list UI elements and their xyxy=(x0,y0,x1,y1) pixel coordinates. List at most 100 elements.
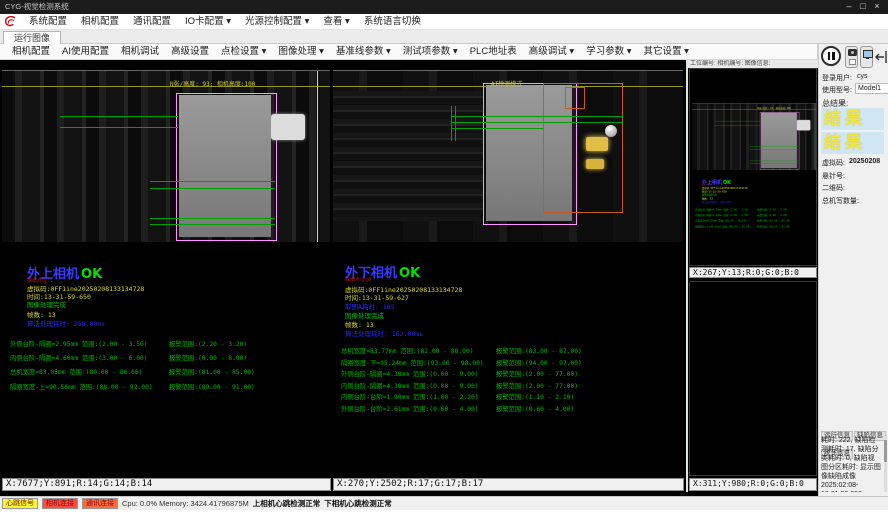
minimize-button[interactable]: – xyxy=(842,0,856,13)
camera-view-left[interactable]: N张/高度: 93; 相机高度:100 外上相机OK 输出点位:1 虚拟码:0F… xyxy=(692,103,817,262)
status-ok: OK xyxy=(399,266,420,281)
mini-view-top-content: N张/高度: 93; 相机高度:100 外上相机OK 输出点位:1 虚拟码:0F… xyxy=(690,93,817,263)
title-bar: CYG-视觉检测系统 –□× xyxy=(0,0,888,14)
menu-item-5[interactable]: 查看 ▾ xyxy=(316,14,356,30)
part-block xyxy=(179,95,271,237)
image-label-left: N张/高度: 93; 相机高度:100 xyxy=(170,79,255,88)
camera-image-left: N张/高度: 93; 相机高度:100 xyxy=(2,70,330,242)
measure-line xyxy=(150,218,275,219)
model-label: 使用型号: xyxy=(822,85,852,95)
toolbar-item-2[interactable]: 相机调试 xyxy=(115,44,165,59)
toolbar-item-6[interactable]: 基准线参数 ▾ xyxy=(330,44,397,59)
camera-lens-icon xyxy=(851,51,854,54)
stats-scrollbar-thumb[interactable] xyxy=(884,440,887,462)
heartbeat-badge: 心跳信号 xyxy=(2,498,38,509)
result-badge-1: 结果 xyxy=(821,108,884,130)
tab-run-image[interactable]: 运行图像 xyxy=(3,31,61,45)
maximize-button[interactable]: □ xyxy=(856,0,870,13)
status-bar: 心跳信号 相机连接 通讯连接 Cpu: 0.0% Memory: 3424.41… xyxy=(0,496,888,510)
toolbar-item-8[interactable]: PLC地址表 xyxy=(464,44,523,59)
highlight-blob xyxy=(586,137,608,151)
measurement-list-left: 外侧台阶-隔圈=2.95mm 范围:(2.00 - 3.50)报警范围:(2.2… xyxy=(2,339,330,396)
measure-line xyxy=(60,116,178,117)
menu-item-4[interactable]: 光源控制配置 ▾ xyxy=(238,14,316,30)
measure-vline xyxy=(451,106,452,141)
measure-vline xyxy=(455,106,456,141)
monitor-stand-icon xyxy=(866,57,869,59)
menu-bar: 系统配置相机配置通讯配置IO卡配置 ▾光源控制配置 ▾查看 ▾系统语言切换 xyxy=(0,14,888,30)
camera-toggle-button[interactable] xyxy=(845,46,858,68)
window-title: CYG-视觉检测系统 xyxy=(5,2,69,11)
measurement-list-left: 外侧台阶-隔圈=2.95mm 范围:(2.00 - 3.50)报警范围:(2.2… xyxy=(692,208,817,230)
column-divider xyxy=(686,60,688,492)
pixel-caption-left: X:7677;Y:891;R:14;G:14;B:14 xyxy=(2,478,331,491)
camera-link-badge: 相机连接 xyxy=(42,498,78,509)
mini-view-bottom[interactable]: AI检测模式 外下相机OK 输出点位:0 虚拟码:0FF1ine20250208… xyxy=(689,281,817,476)
toolbar-item-10[interactable]: 学习参数 ▾ xyxy=(580,44,637,59)
roi-outline-orange-small xyxy=(565,87,585,109)
toolbar-item-4[interactable]: 点检设置 ▾ xyxy=(215,44,272,59)
process-done-text: 图像处理完成 xyxy=(27,299,66,309)
menu-item-3[interactable]: IO卡配置 ▾ xyxy=(178,14,238,30)
measurement-row: 外侧台阶-台阶=2.61mm 范围:(0.60 - 4.00)报警范围:(0.6… xyxy=(333,404,683,416)
stats-scrollbar[interactable] xyxy=(884,436,887,492)
algo-time-text: 算法处理耗时: 258.00ms xyxy=(702,200,732,204)
pause-icon xyxy=(828,52,831,60)
highlight-blob xyxy=(586,159,604,169)
stats-text: 耗时: 222, 缺陷检测耗时: 17, 缺陷分类耗时: 0, 缺陷视图分区耗时… xyxy=(821,436,881,492)
measurement-row: 内侧台阶-台阶=1.90mm 范围:(1.00 - 2.20)报警范围:(1.1… xyxy=(333,392,683,404)
mini-caption-bottom: X:311;Y:980;R:0;G:0;B:0 xyxy=(689,478,817,491)
measure-line xyxy=(451,128,543,129)
exit-button[interactable] xyxy=(874,50,888,64)
measurement-row: 隔圈宽度-上=90.56mm 范围:(88.00 - 92.00)报警范围:(8… xyxy=(2,382,330,396)
pixel-caption-right: X:270;Y:2502;R:17;G:17;B:17 xyxy=(333,478,684,491)
image-label-right: AI检测模式 xyxy=(491,79,522,88)
display-toggle-button[interactable] xyxy=(860,46,873,68)
toolbar-item-7[interactable]: 测试项参数 ▾ xyxy=(397,44,464,59)
measure-line xyxy=(150,181,275,182)
algo-time-text: 算法处理耗时: 162.00ms xyxy=(345,328,423,338)
exit-arrow-icon xyxy=(876,51,886,63)
mini-column-header: 工位编号: 相机编号: 图像信息: xyxy=(688,60,818,68)
measurement-list-right: 总机宽度=83.77mm 范围:(82.00 - 88.00)报警范围:(83.… xyxy=(333,346,683,416)
app-logo-icon xyxy=(3,15,18,28)
qr-label: 二维码: xyxy=(822,183,845,193)
mini-view-top[interactable]: N张/高度: 93; 相机高度:100 外上相机OK 输出点位:1 虚拟码:0F… xyxy=(689,68,817,266)
rail-texture xyxy=(333,91,483,221)
comm-link-badge: 通讯连接 xyxy=(82,498,118,509)
toolbar-item-9[interactable]: 高级调试 ▾ xyxy=(523,44,580,59)
menu-item-0[interactable]: 系统配置 xyxy=(22,14,74,30)
pause-button[interactable] xyxy=(821,46,841,66)
menu-item-6[interactable]: 系统语言切换 xyxy=(357,14,428,30)
mini-view-bottom-content: AI检测模式 外下相机OK 输出点位:0 虚拟码:0FF1ine20250208… xyxy=(690,306,817,476)
edge-line-cyan xyxy=(317,71,318,242)
connector-part xyxy=(797,120,810,130)
measurement-row: 总机宽度=83.05mm 范围:(80.00 - 86.00)报警范围:(81.… xyxy=(2,367,330,381)
toolbar-item-0[interactable]: 相机配置 xyxy=(6,44,56,59)
sidebar: 登录用户: cys 使用型号: Model1 总结果: 结果 结果 虚拟码: 2… xyxy=(818,44,888,496)
menu-item-2[interactable]: 通讯配置 xyxy=(126,14,178,30)
close-button[interactable]: × xyxy=(870,0,884,13)
camera-icon xyxy=(848,49,857,56)
login-user-value: cys xyxy=(857,73,868,80)
status-ok: OK xyxy=(723,180,731,186)
measurement-row: 外侧台阶-隔圈=2.95mm 范围:(2.00 - 3.50)报警范围:(2.2… xyxy=(2,339,330,353)
toolbar-item-1[interactable]: AI使用配置 xyxy=(56,44,115,59)
toolbar-item-11[interactable]: 其它设置 ▾ xyxy=(638,44,695,59)
toolbar-item-5[interactable]: 图像处理 ▾ xyxy=(272,44,329,59)
menu-item-1[interactable]: 相机配置 xyxy=(74,14,126,30)
measurement-row: 内侧台阶-隔圈=4.60mm 范围:(3.00 - 6.00)报警范围:(0.0… xyxy=(2,353,330,367)
output-point-text: 输出点位:0 xyxy=(345,276,371,283)
image-label-left: N张/高度: 93; 相机高度:100 xyxy=(758,107,791,111)
toggle-state xyxy=(849,59,856,65)
main-view-area: N张/高度: 93; 相机高度:100 外上相机OK 输出点位:1 虚拟码:0F… xyxy=(0,60,818,496)
measurement-row: 隔圈宽度-上=90.56mm 范围:(88.00 - 92.00)报警范围:(8… xyxy=(692,225,817,231)
mini-caption-top: X:267;Y:13;R:0;G:0;B:0 xyxy=(689,267,817,278)
cam-up-heartbeat-text: 上相机心跳检测正常 xyxy=(253,498,321,509)
measure-line xyxy=(60,127,178,128)
camera-view-left[interactable]: N张/高度: 93; 相机高度:100 外上相机OK 输出点位:1 虚拟码:0F… xyxy=(2,70,330,478)
model-select[interactable]: Model1 xyxy=(855,83,888,94)
toolbar-item-3[interactable]: 高级设置 xyxy=(165,44,215,59)
camera-view-right[interactable]: AI检测模式 外下相机OK 输出点位:0 虚拟码:0FF1ine20250208… xyxy=(333,70,683,478)
baseline-yellow xyxy=(2,86,330,87)
